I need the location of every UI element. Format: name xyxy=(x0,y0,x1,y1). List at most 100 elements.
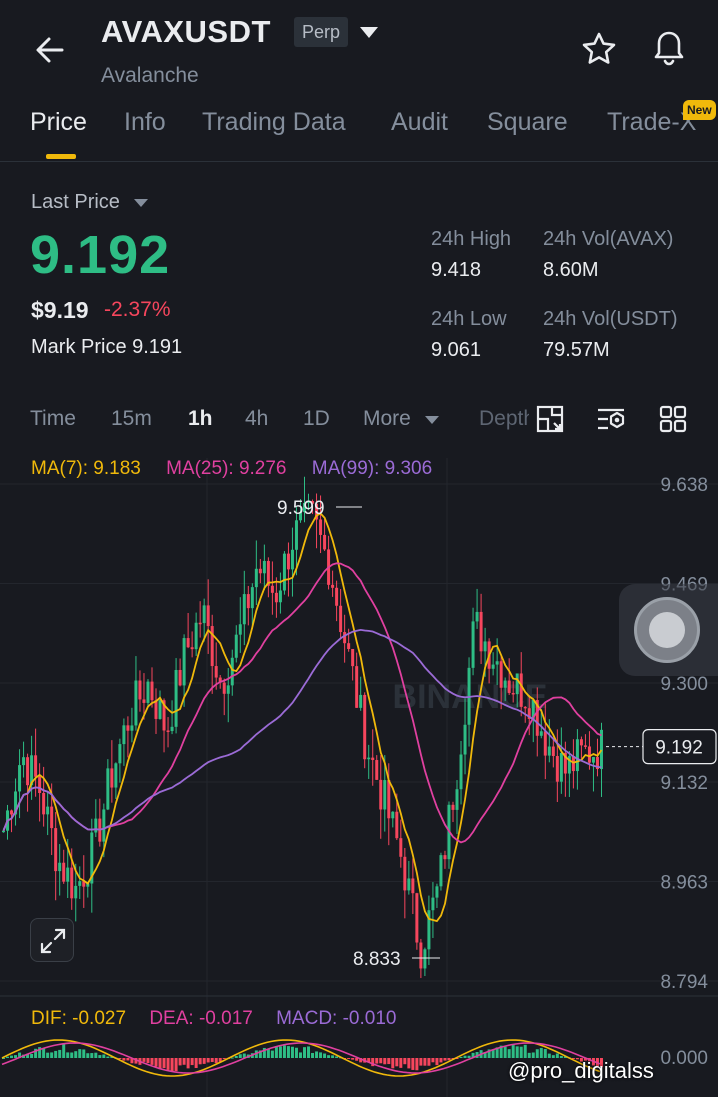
candle-body xyxy=(543,731,547,756)
tab-info[interactable]: Info xyxy=(124,108,166,137)
tab-trading-data[interactable]: Trading Data xyxy=(202,108,346,137)
candle-body xyxy=(118,744,122,764)
macd-bar xyxy=(178,1058,182,1066)
macd-bar xyxy=(202,1058,206,1064)
macd-bar xyxy=(58,1049,62,1058)
candle-body xyxy=(206,605,210,627)
macd-bar xyxy=(150,1058,154,1065)
macd-bar xyxy=(54,1050,58,1058)
candle-body xyxy=(579,739,583,746)
more-dropdown-icon[interactable] xyxy=(425,416,439,424)
interval-more[interactable]: More xyxy=(363,407,411,431)
candle-body xyxy=(399,838,403,857)
macd-bar xyxy=(327,1055,331,1058)
candle-body xyxy=(286,553,290,570)
vol-usdt-value: 79.57M xyxy=(543,339,610,361)
star-icon[interactable] xyxy=(580,30,618,68)
interval-depth[interactable]: Depth xyxy=(479,407,529,431)
compare-icon[interactable] xyxy=(535,404,565,434)
tab-audit[interactable]: Audit xyxy=(391,108,448,137)
candle-body xyxy=(214,666,218,678)
macd-bar xyxy=(507,1049,511,1058)
macd-bar xyxy=(423,1058,427,1066)
candle-body xyxy=(551,746,555,757)
candle-body xyxy=(190,647,194,650)
candle-body xyxy=(226,685,230,694)
macd-bar xyxy=(375,1058,379,1064)
macd-bar xyxy=(290,1046,294,1058)
macd-bar xyxy=(6,1056,10,1058)
candle-body xyxy=(491,664,495,669)
candle-body xyxy=(471,621,475,668)
macd-bar xyxy=(86,1053,90,1058)
candle-body xyxy=(419,942,423,969)
candle-body xyxy=(587,746,591,763)
macd-bar xyxy=(431,1058,435,1063)
candle-body xyxy=(250,587,254,609)
candle-body xyxy=(495,661,499,665)
last-price-dropdown-icon[interactable] xyxy=(134,199,148,207)
price-chart[interactable]: BINANCE 9.6389.4699.3009.1328.9638.794 9… xyxy=(0,448,718,1097)
back-arrow-icon[interactable] xyxy=(30,30,70,70)
macd-bar xyxy=(523,1044,527,1058)
grid-layout-icon[interactable] xyxy=(658,404,688,434)
macd-bar xyxy=(403,1058,407,1065)
candle-body xyxy=(359,694,363,708)
candle-body xyxy=(46,806,50,815)
macd-bar xyxy=(142,1058,146,1062)
macd-label: MACD: -0.010 xyxy=(276,1008,397,1029)
macd-bar xyxy=(62,1044,66,1058)
macd-bar xyxy=(303,1047,306,1058)
candle-body xyxy=(230,657,234,686)
candle-body xyxy=(178,669,182,686)
vol-avax-label: 24h Vol(AVAX) xyxy=(543,228,674,250)
macd-bar xyxy=(323,1053,327,1058)
interval-4h[interactable]: 4h xyxy=(245,407,268,431)
macd-bar xyxy=(70,1052,74,1058)
high-label: 24h High xyxy=(431,228,512,250)
symbol-dropdown-icon[interactable] xyxy=(360,27,378,38)
candle-body xyxy=(455,789,459,810)
header: AVAXUSDT Perp Avalanche xyxy=(0,0,718,100)
interval-1d[interactable]: 1D xyxy=(303,407,330,431)
candle-body xyxy=(110,768,114,788)
last-price: 9.192 xyxy=(30,225,171,285)
candle-body xyxy=(431,897,435,911)
candle-body xyxy=(94,818,98,833)
macd-bar xyxy=(126,1058,130,1061)
expand-chart-button[interactable] xyxy=(30,918,74,962)
candle-body xyxy=(387,780,391,819)
ma25-label: MA(25): 9.276 xyxy=(166,458,287,479)
candle-body xyxy=(511,692,515,695)
macd-bar xyxy=(190,1058,194,1066)
last-price-label[interactable]: Last Price xyxy=(31,191,120,214)
candle-body xyxy=(523,706,527,709)
candle-body xyxy=(403,856,407,891)
macd-bar xyxy=(266,1049,270,1058)
tab-price[interactable]: Price xyxy=(30,108,87,137)
tab-square[interactable]: Square xyxy=(487,108,568,137)
candle-body xyxy=(391,811,395,819)
dif-label: DIF: -0.027 xyxy=(31,1008,127,1029)
floating-assistive-button[interactable] xyxy=(619,584,718,676)
macd-bar xyxy=(170,1058,174,1072)
indicator-settings-icon[interactable] xyxy=(596,404,626,434)
candle-body xyxy=(106,768,110,810)
macd-bar xyxy=(234,1055,238,1058)
macd-bar xyxy=(463,1055,467,1058)
macd-bar xyxy=(98,1055,102,1058)
macd-bar xyxy=(467,1055,471,1058)
interval-time[interactable]: Time xyxy=(30,407,76,431)
candle-body xyxy=(70,867,74,899)
interval-15m[interactable]: 15m xyxy=(111,407,152,431)
bell-icon[interactable] xyxy=(650,28,688,68)
candle-body xyxy=(347,643,351,649)
candle-body xyxy=(174,669,178,727)
macd-bar xyxy=(198,1058,202,1065)
mark-price: Mark Price 9.191 xyxy=(31,336,183,358)
new-badge: New xyxy=(683,100,716,120)
candle-body xyxy=(290,549,294,570)
candle-body xyxy=(435,886,439,898)
interval-1h[interactable]: 1h xyxy=(188,407,213,431)
symbol-title[interactable]: AVAXUSDT xyxy=(101,14,271,50)
